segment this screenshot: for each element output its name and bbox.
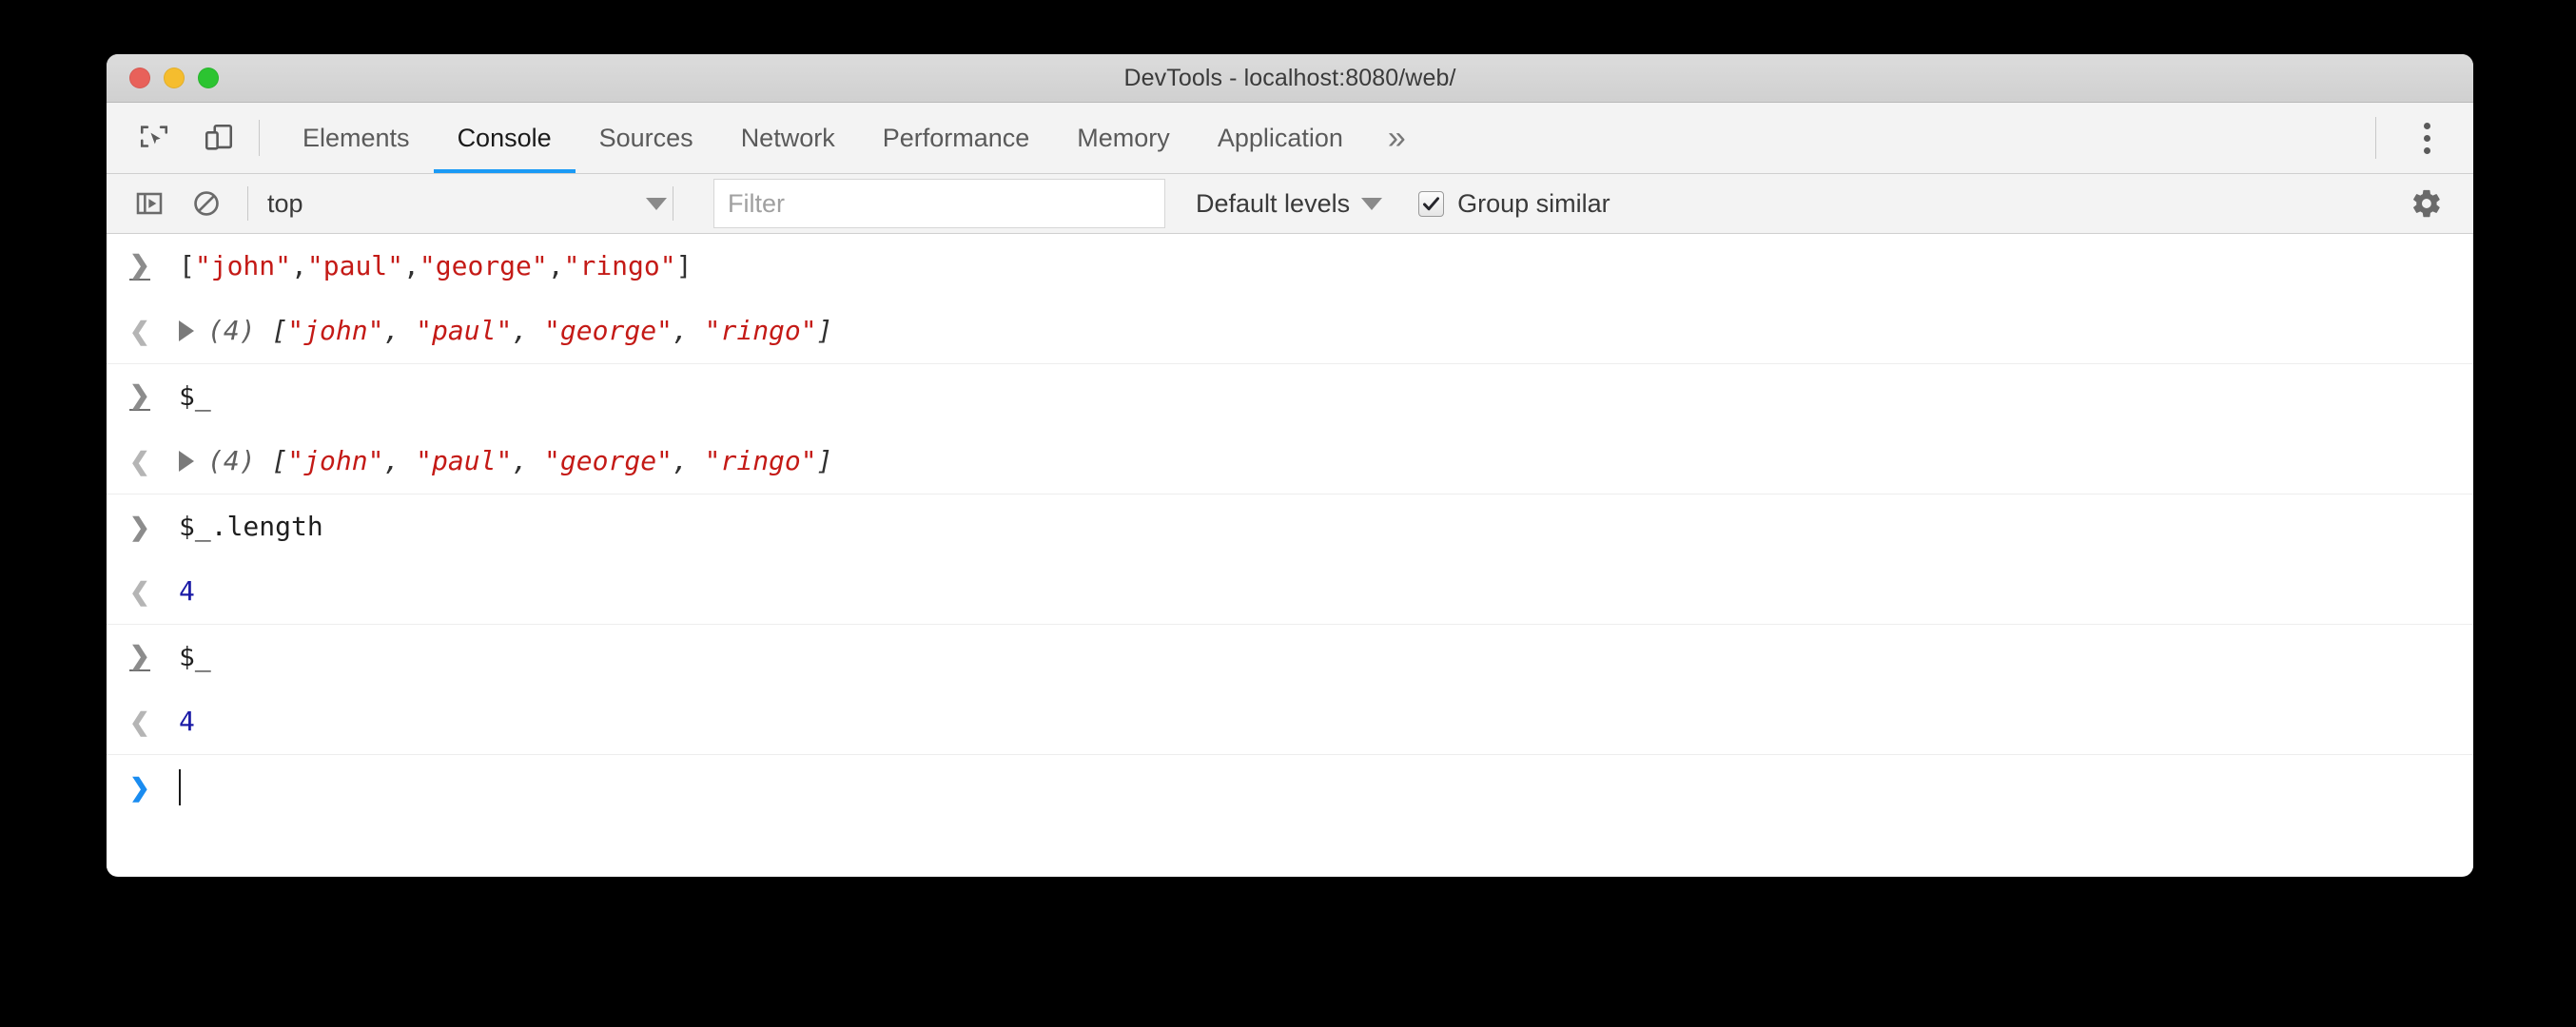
text-cursor: [179, 769, 181, 805]
console-message-list[interactable]: ❯ ["john","paul","george","ringo"] ❮ (4)…: [107, 234, 2473, 876]
device-toolbar-icon[interactable]: [194, 113, 244, 163]
chevron-down-icon: [646, 197, 667, 210]
input-chevron-icon: ❯: [129, 250, 150, 281]
clear-console-icon[interactable]: [185, 182, 228, 225]
output-gutter: ❮: [129, 579, 179, 604]
array-count: (4): [207, 444, 256, 476]
filter-placeholder: Filter: [728, 188, 785, 218]
console-input-text: $_.length: [179, 510, 323, 542]
close-window-button[interactable]: [129, 68, 150, 88]
gear-icon[interactable]: [2405, 182, 2449, 225]
console-input-row[interactable]: ❯ $_: [107, 364, 2473, 429]
output-chevron-icon: ❮: [129, 577, 150, 606]
panel-tabs: Elements Console Sources Network Perform…: [279, 103, 1427, 173]
prompt-gutter: ❯: [129, 643, 179, 671]
expand-triangle-icon[interactable]: [179, 320, 194, 341]
zoom-window-button[interactable]: [198, 68, 219, 88]
tabbar-right-divider: [2375, 117, 2376, 159]
console-input-row[interactable]: ❯ ["john","paul","george","ringo"]: [107, 234, 2473, 299]
console-group: ❯ $_ ❮ (4) ["john", "paul", "george", "r…: [107, 364, 2473, 494]
console-output-text: 4: [179, 574, 195, 607]
console-toolbar-divider: [247, 186, 248, 221]
window-titlebar: DevTools - localhost:8080/web/: [107, 54, 2473, 103]
minimize-window-button[interactable]: [164, 68, 185, 88]
tab-application[interactable]: Application: [1194, 103, 1367, 173]
traffic-lights: [129, 68, 219, 88]
console-input-row[interactable]: ❯ $_.length: [107, 494, 2473, 559]
console-output-text: 4: [179, 705, 195, 737]
console-output-row[interactable]: ❮ 4: [107, 559, 2473, 624]
execution-context-value: top: [267, 188, 303, 218]
tab-elements[interactable]: Elements: [279, 103, 434, 173]
console-toolbar: top Filter Default levels Group similar: [107, 174, 2473, 234]
console-group: ❯ ["john","paul","george","ringo"] ❮ (4)…: [107, 234, 2473, 364]
console-sidebar-toggle-icon[interactable]: [127, 182, 171, 225]
console-input-text: $_: [179, 379, 211, 412]
log-levels-label: Default levels: [1196, 188, 1351, 218]
tabbar-right-group: [2375, 103, 2473, 173]
prompt-gutter: ❯: [129, 252, 179, 281]
console-group: ❯ $_ ❮ 4: [107, 625, 2473, 755]
active-prompt-chevron-icon: ❯: [129, 773, 150, 802]
devtools-tabbar: Elements Console Sources Network Perform…: [107, 103, 2473, 174]
tabbar-divider: [259, 120, 260, 156]
console-output-row[interactable]: ❮ (4) ["john", "paul", "george", "ringo"…: [107, 429, 2473, 494]
output-gutter: ❮: [129, 449, 179, 474]
prompt-gutter: ❯: [129, 382, 179, 411]
tab-performance[interactable]: Performance: [859, 103, 1054, 173]
kebab-menu-icon[interactable]: [2405, 113, 2449, 163]
output-gutter: ❮: [129, 709, 179, 734]
tab-console[interactable]: Console: [433, 103, 576, 173]
output-chevron-icon: ❮: [129, 317, 150, 345]
output-chevron-icon: ❮: [129, 447, 150, 475]
filter-input[interactable]: Filter: [713, 179, 1165, 228]
chevron-down-icon-levels: [1361, 197, 1383, 210]
array-count: (4): [207, 314, 256, 346]
console-input-text: $_: [179, 640, 211, 672]
console-output-row[interactable]: ❮ 4: [107, 689, 2473, 754]
console-active-prompt-row[interactable]: ❯: [107, 755, 2473, 820]
input-chevron-icon: ❯: [129, 513, 150, 541]
tab-sources[interactable]: Sources: [576, 103, 717, 173]
console-output-text: (4) ["john", "paul", "george", "ringo"]: [207, 314, 833, 346]
tab-network[interactable]: Network: [717, 103, 859, 173]
input-chevron-icon: ❯: [129, 380, 150, 411]
devtools-window: DevTools - localhost:8080/web/ Elements …: [107, 54, 2473, 877]
group-similar-label: Group similar: [1457, 188, 1610, 218]
input-chevron-icon: ❯: [129, 641, 150, 671]
more-tabs-icon[interactable]: »: [1367, 103, 1427, 173]
window-title: DevTools - localhost:8080/web/: [1123, 64, 1456, 91]
output-gutter: ❮: [129, 319, 179, 343]
console-output-row[interactable]: ❮ (4) ["john", "paul", "george", "ringo"…: [107, 299, 2473, 363]
log-levels-select[interactable]: Default levels: [1196, 188, 1383, 219]
execution-context-select[interactable]: top: [267, 189, 667, 219]
tab-memory[interactable]: Memory: [1053, 103, 1194, 173]
console-group: ❯ $_.length ❮ 4: [107, 494, 2473, 625]
tabbar-tool-icons: [107, 103, 244, 173]
prompt-gutter: ❯: [129, 514, 179, 539]
expand-triangle-icon[interactable]: [179, 451, 194, 472]
group-similar-checkbox[interactable]: [1418, 190, 1445, 217]
console-toolbar-right: [2405, 182, 2473, 225]
inspect-element-icon[interactable]: [129, 113, 179, 163]
group-similar-toggle[interactable]: Group similar: [1418, 189, 1610, 219]
console-input-row[interactable]: ❯ $_: [107, 625, 2473, 689]
output-chevron-icon: ❮: [129, 707, 150, 736]
console-input-text: ["john","paul","george","ringo"]: [179, 249, 693, 281]
prompt-gutter: ❯: [129, 775, 179, 800]
console-output-text: (4) ["john", "paul", "george", "ringo"]: [207, 444, 833, 476]
